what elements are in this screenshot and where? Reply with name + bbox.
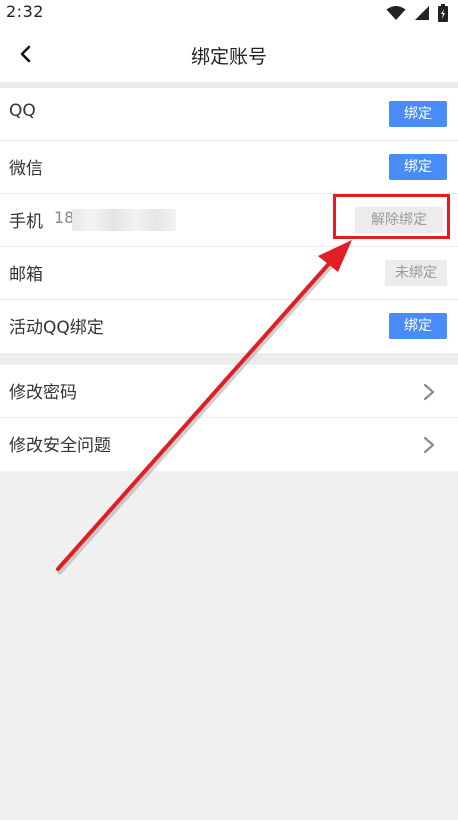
chevron-right-icon [423, 383, 435, 401]
battery-icon [438, 4, 448, 22]
binding-row-qq: QQ 绑定 [0, 88, 458, 141]
status-icons [386, 4, 448, 22]
row-label: 活动QQ绑定 [9, 318, 104, 338]
status-bar: 2:32 [0, 0, 458, 26]
phone-number-mask [72, 209, 176, 231]
bind-wechat-button[interactable]: 绑定 [389, 154, 447, 180]
page-title: 绑定账号 [190, 46, 267, 68]
wifi-icon [386, 6, 406, 20]
bindings-section: QQ 绑定 微信 绑定 手机 18 解除绑定 邮箱 未绑定 活动QQ绑定 绑定 [0, 88, 458, 353]
change-password-row[interactable]: 修改密码 [0, 365, 458, 418]
app-bar: 绑定账号 [0, 26, 458, 82]
cellular-signal-icon [415, 6, 429, 20]
row-label: 微信 [9, 159, 43, 179]
section-divider [0, 353, 458, 365]
binding-row-email: 邮箱 未绑定 [0, 247, 458, 300]
row-label: 修改安全问题 [9, 436, 111, 456]
binding-row-activity-qq: 活动QQ绑定 绑定 [0, 300, 458, 353]
unbind-phone-button[interactable]: 解除绑定 [355, 207, 443, 233]
binding-row-phone: 手机 18 解除绑定 [0, 194, 458, 247]
chevron-right-icon [423, 436, 435, 454]
row-label: 修改密码 [9, 383, 77, 403]
email-unbound-badge: 未绑定 [385, 260, 447, 286]
row-label: QQ [9, 101, 36, 121]
change-security-question-row[interactable]: 修改安全问题 [0, 418, 458, 471]
status-time: 2:32 [6, 2, 44, 21]
binding-row-wechat: 微信 绑定 [0, 141, 458, 194]
row-label: 手机 [9, 212, 43, 232]
security-section: 修改密码 修改安全问题 [0, 365, 458, 471]
bind-qq-button[interactable]: 绑定 [389, 101, 447, 127]
row-label: 邮箱 [9, 265, 43, 285]
bind-activity-qq-button[interactable]: 绑定 [389, 313, 447, 339]
